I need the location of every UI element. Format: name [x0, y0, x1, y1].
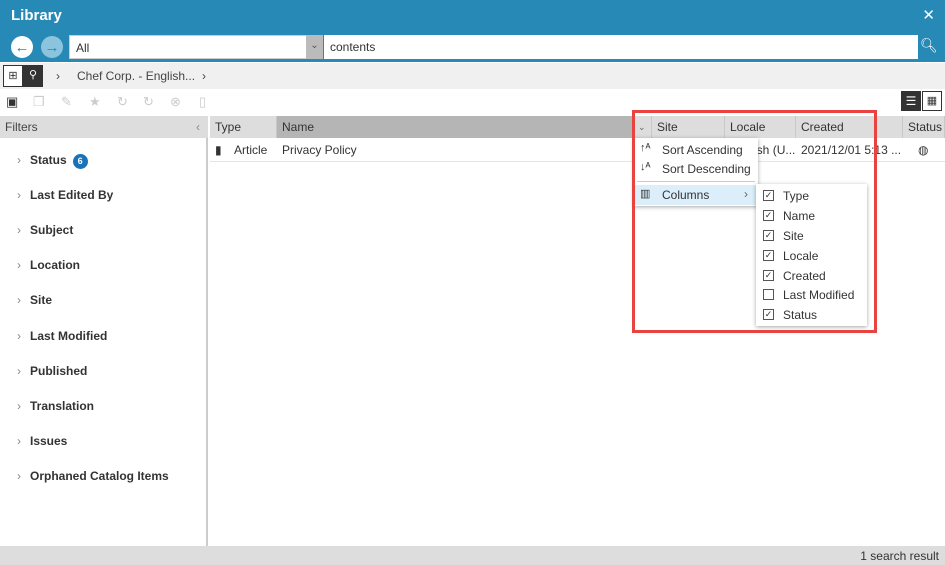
- collapse-icon[interactable]: ‹: [196, 120, 200, 134]
- article-icon: ▮: [215, 143, 222, 157]
- delete-icon[interactable]: ▯: [199, 94, 206, 110]
- edit-icon[interactable]: ✎: [61, 94, 72, 110]
- grid-view-icon[interactable]: ▦: [922, 91, 942, 111]
- search-icon[interactable]: 🔍︎: [920, 37, 938, 54]
- status-badge: 6: [72, 154, 88, 169]
- filter-subject[interactable]: › Subject: [17, 223, 73, 237]
- highlight-box: [632, 110, 877, 333]
- back-arrow-icon[interactable]: ←: [11, 36, 33, 58]
- filters-title: Filters: [5, 120, 38, 134]
- filter-status[interactable]: › Status 6: [17, 153, 88, 169]
- copy-icon[interactable]: ❐: [33, 94, 45, 110]
- cell-name[interactable]: Privacy Policy: [282, 143, 357, 157]
- list-view-icon[interactable]: ☰: [901, 91, 921, 111]
- filter-translation[interactable]: › Translation: [17, 399, 94, 413]
- tree-view-icon[interactable]: ⊞: [3, 65, 23, 87]
- search-mode-icon[interactable]: ⚲: [23, 65, 43, 87]
- filters-header: Filters ‹: [0, 116, 208, 138]
- breadcrumb-item[interactable]: Chef Corp. - English...: [77, 69, 195, 83]
- search-input[interactable]: contents: [324, 35, 918, 59]
- forward-arrow-icon[interactable]: →: [41, 36, 63, 58]
- refresh-settings-icon[interactable]: ↻: [143, 94, 154, 110]
- chevron-right-icon: ›: [56, 69, 60, 83]
- window-title: Library: [11, 7, 62, 24]
- chevron-down-icon[interactable]: ⌄: [306, 35, 323, 59]
- save-icon[interactable]: ▣: [6, 94, 18, 110]
- filter-orphaned-catalog-items[interactable]: › Orphaned Catalog Items: [17, 469, 169, 483]
- filter-published[interactable]: › Published: [17, 364, 87, 378]
- unpublish-icon[interactable]: ⊗: [170, 94, 181, 110]
- filter-label: Status: [30, 153, 67, 167]
- close-icon[interactable]: ✕: [922, 6, 935, 24]
- column-header-type[interactable]: Type: [210, 116, 277, 138]
- status-bar: 1 search result: [0, 546, 945, 565]
- globe-icon: ◍: [918, 143, 929, 157]
- filter-last-modified[interactable]: › Last Modified: [17, 329, 107, 343]
- filter-location[interactable]: › Location: [17, 258, 80, 272]
- scope-select[interactable]: All: [69, 35, 323, 59]
- star-icon[interactable]: ★: [89, 94, 101, 110]
- refresh-icon[interactable]: ↻: [117, 94, 128, 110]
- chevron-right-icon[interactable]: ›: [202, 69, 206, 83]
- column-header-name[interactable]: Name: [277, 116, 633, 138]
- cell-type: Article: [234, 143, 268, 157]
- filter-issues[interactable]: › Issues: [17, 434, 67, 448]
- filter-site[interactable]: › Site: [17, 293, 52, 307]
- column-header-status[interactable]: Status: [903, 116, 945, 138]
- filter-last-edited-by[interactable]: › Last Edited By: [17, 188, 113, 202]
